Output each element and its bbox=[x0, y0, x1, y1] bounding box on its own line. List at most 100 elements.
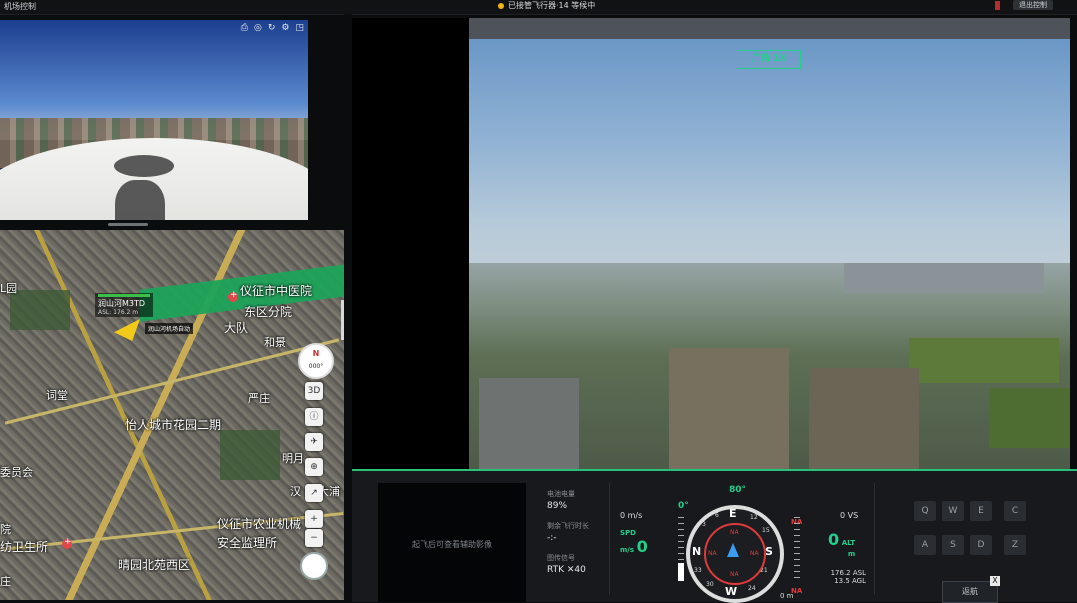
refresh-icon[interactable]: ↻ bbox=[268, 23, 276, 33]
status-text: 已接管飞行器·14 等候中 bbox=[508, 1, 596, 10]
main-camera-view[interactable]: 广角 1X bbox=[352, 18, 1070, 469]
map-label: 安全监理所 bbox=[217, 536, 278, 550]
key-e[interactable]: E bbox=[970, 501, 992, 521]
na-label: NA bbox=[750, 550, 759, 557]
aux-video[interactable]: 起飞后可查看辅助影像 bbox=[378, 483, 526, 602]
video-top-band bbox=[469, 18, 1070, 39]
flight-time-value: -:- bbox=[547, 533, 557, 543]
signal-value: RTK ✕40 bbox=[547, 565, 586, 575]
flight-hud: 0 m/s SPD m/s 0 0° 80° E S W N 3 6 12 15 … bbox=[610, 481, 874, 603]
horizontal-speed: 0 m/s bbox=[620, 511, 642, 520]
map-direction-button[interactable]: ↗ bbox=[305, 484, 323, 502]
fisheye-icon[interactable]: ◎ bbox=[254, 23, 262, 33]
compass-tick: 30 bbox=[706, 581, 714, 588]
top-bar: 机场控制 已接管飞行器·14 等候中 退出控制 bbox=[0, 0, 1077, 15]
compass-s: S bbox=[765, 545, 773, 558]
bottom-distance: 0 m bbox=[780, 592, 794, 600]
flight-time-label: 剩余飞行时长 bbox=[547, 522, 589, 530]
key-q[interactable]: Q bbox=[914, 501, 936, 521]
alt-unit: ALT m bbox=[841, 539, 856, 558]
map-green-area bbox=[220, 430, 280, 480]
map-layer-button[interactable] bbox=[300, 552, 328, 580]
spd-value: 0 bbox=[636, 537, 648, 556]
drone-asl: ASL: 176.2 m bbox=[98, 309, 139, 316]
spd-unit: SPD m/s bbox=[620, 529, 636, 554]
shadow-body bbox=[115, 180, 165, 220]
na-label: NA bbox=[730, 571, 739, 578]
compass-e: E bbox=[729, 507, 737, 520]
map-label: L园 bbox=[0, 282, 18, 295]
battery-label: 电池电量 bbox=[547, 490, 575, 498]
map-info-button[interactable]: ⓘ bbox=[305, 408, 323, 426]
main-sky bbox=[469, 39, 1070, 284]
altitude-details: 176.2 ASL 13.5 AGL bbox=[816, 569, 866, 585]
status-dot-icon bbox=[498, 2, 504, 9]
drone-marker-icon[interactable] bbox=[114, 319, 140, 341]
aircraft-heading-icon bbox=[727, 543, 739, 557]
key-c[interactable]: C bbox=[1004, 501, 1026, 521]
lens-mode-label[interactable]: 广角 1X bbox=[737, 50, 801, 69]
map-aircraft-button[interactable]: ✈ bbox=[305, 433, 323, 451]
speed-tape bbox=[678, 517, 684, 581]
key-z[interactable]: Z bbox=[1004, 535, 1026, 555]
map-label: 和景 bbox=[264, 336, 286, 349]
map-view[interactable]: 仪征市中医院 东区分院 大队 和景 严庄 词堂 怡人城市花园二期 明月 汉 大浦… bbox=[0, 230, 344, 600]
close-icon[interactable]: X bbox=[990, 576, 1000, 586]
map-label: 纺卫生所 bbox=[0, 540, 49, 554]
drone-battery-bar bbox=[98, 294, 150, 297]
building-block bbox=[809, 368, 919, 469]
na-label: NA bbox=[730, 529, 739, 536]
map-road bbox=[4, 338, 340, 425]
compass-north: N bbox=[312, 349, 320, 358]
key-w[interactable]: W bbox=[942, 501, 964, 521]
map-label: 大队 bbox=[224, 321, 249, 335]
record-icon[interactable] bbox=[995, 1, 1000, 10]
key-s[interactable]: S bbox=[942, 535, 964, 555]
alt-readout: 0 ALT m bbox=[828, 530, 855, 558]
aux-video-hint: 起飞后可查看辅助影像 bbox=[412, 540, 492, 549]
map-label: 晴园北苑西区 bbox=[118, 558, 191, 572]
dock-tag: 润山河机场自动 bbox=[145, 323, 194, 334]
map-zoom-in-button[interactable]: + bbox=[305, 510, 323, 528]
compass-tick: 33 bbox=[694, 567, 702, 574]
key-a[interactable]: A bbox=[914, 535, 936, 555]
map-label: 严庄 bbox=[248, 392, 270, 405]
video-toolbar: ⎙ ◎ ↻ ⚙ ◳ bbox=[241, 23, 304, 33]
resize-handle[interactable] bbox=[108, 223, 148, 226]
compass-tick: 12 bbox=[750, 514, 758, 521]
field bbox=[909, 338, 1059, 383]
compass-tick: 15 bbox=[762, 527, 770, 534]
app-title: 机场控制 bbox=[4, 2, 36, 11]
status-indicator: 已接管飞行器·14 等候中 bbox=[498, 0, 595, 11]
skyline bbox=[844, 263, 1044, 293]
spd-readout: SPD m/s 0 bbox=[620, 528, 648, 556]
heading-degree: 80° bbox=[729, 485, 747, 495]
compass-ring: E S W N 3 6 12 15 21 24 30 33 NA NA NA N… bbox=[686, 505, 784, 603]
map-locate-button[interactable]: ⊕ bbox=[305, 458, 323, 476]
settings-icon[interactable]: ⚙ bbox=[281, 23, 289, 33]
map-label: 怡人城市花园二期 bbox=[125, 418, 222, 432]
exit-control-button[interactable]: 退出控制 bbox=[1013, 0, 1053, 10]
compass-w: W bbox=[725, 585, 738, 598]
compass-tick: 24 bbox=[748, 585, 756, 592]
key-d[interactable]: D bbox=[970, 535, 992, 555]
expand-icon[interactable]: ◳ bbox=[295, 23, 304, 33]
camera-icon[interactable]: ⎙ bbox=[241, 23, 248, 33]
map-zoom-out-button[interactable]: − bbox=[305, 529, 323, 547]
video-frame: 广角 1X bbox=[469, 18, 1070, 469]
map-label: 仪征市中医院 bbox=[240, 284, 313, 298]
compass-tick: 3 bbox=[702, 521, 706, 528]
compass-tick: 6 bbox=[715, 512, 719, 519]
drone-name: 润山河M3TD bbox=[98, 299, 146, 308]
map-3d-button[interactable]: 3D bbox=[305, 382, 323, 400]
map-compass[interactable]: N 000° bbox=[298, 343, 334, 379]
map-label: 仪征市农业机械 bbox=[217, 517, 302, 531]
hospital-icon bbox=[228, 290, 238, 302]
field bbox=[989, 388, 1070, 448]
separator bbox=[874, 483, 875, 595]
map-green-area bbox=[10, 290, 70, 330]
dock-camera-view[interactable]: ⎙ ◎ ↻ ⚙ ◳ bbox=[0, 20, 308, 220]
building-block bbox=[669, 348, 789, 469]
flight-panel: 起飞后可查看辅助影像 电池电量 89% 剩余飞行时长 -:- 图传信号 RTK … bbox=[352, 469, 1077, 603]
shadow-top bbox=[114, 155, 174, 177]
